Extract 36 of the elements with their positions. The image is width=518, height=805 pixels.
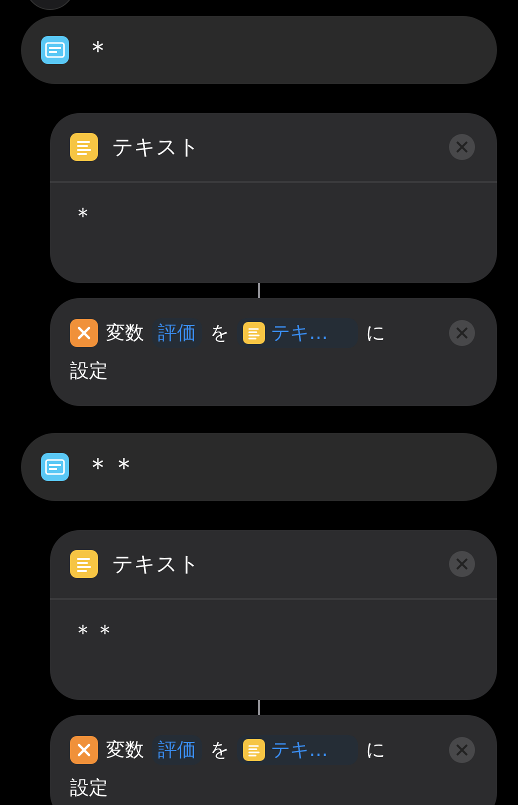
- variable-token[interactable]: 評価: [152, 318, 202, 348]
- text-icon: [70, 133, 98, 161]
- close-button[interactable]: [449, 320, 475, 346]
- close-button[interactable]: [449, 134, 475, 160]
- value-token[interactable]: テキ…: [237, 735, 358, 765]
- menu-case-row[interactable]: ＊: [21, 16, 497, 84]
- action-word: 設定: [70, 359, 109, 384]
- close-icon: [456, 327, 468, 339]
- text-icon: [70, 550, 98, 578]
- menu-case-label: ＊＊: [85, 452, 137, 484]
- menu-case-label: ＊: [85, 34, 111, 68]
- menu-icon: [41, 36, 69, 64]
- close-button[interactable]: [449, 551, 475, 577]
- action-title: テキスト: [112, 134, 201, 161]
- close-icon: [456, 558, 468, 570]
- value-label: テキ…: [271, 738, 328, 763]
- particle-word: を: [210, 321, 229, 346]
- action-title: テキスト: [112, 551, 201, 578]
- particle-word: を: [210, 738, 229, 763]
- action-word: 設定: [70, 776, 109, 801]
- close-icon: [456, 141, 468, 153]
- close-icon: [456, 744, 468, 756]
- text-content[interactable]: ＊: [72, 204, 94, 229]
- value-label: テキ…: [271, 321, 328, 346]
- text-icon: [243, 739, 265, 761]
- menu-icon: [41, 453, 69, 481]
- close-button[interactable]: [449, 737, 475, 763]
- action-word: 変数: [106, 321, 144, 346]
- particle-word: に: [366, 738, 385, 763]
- particle-word: に: [366, 321, 385, 346]
- menu-case-row[interactable]: ＊＊: [21, 433, 497, 501]
- value-token[interactable]: テキ…: [237, 318, 358, 348]
- text-content[interactable]: ＊＊: [72, 621, 116, 646]
- variable-token[interactable]: 評価: [152, 735, 202, 765]
- action-word: 変数: [106, 738, 144, 763]
- text-icon: [243, 322, 265, 344]
